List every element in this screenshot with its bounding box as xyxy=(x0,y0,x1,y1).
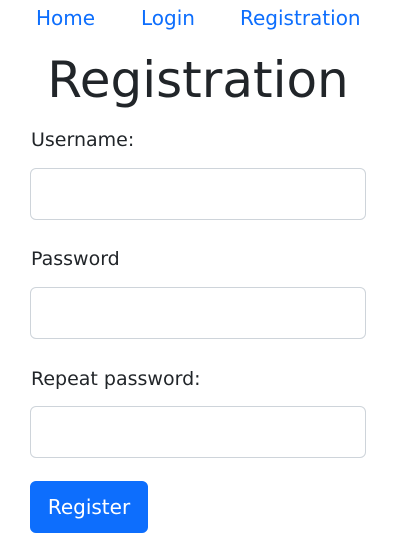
password-label: Password xyxy=(31,248,120,270)
nav-link-home[interactable]: Home xyxy=(36,5,95,31)
username-input[interactable] xyxy=(30,168,366,220)
repeat-password-label: Repeat password: xyxy=(31,368,201,390)
page-title: Registration xyxy=(47,51,349,109)
username-label: Username: xyxy=(31,129,135,151)
password-input[interactable] xyxy=(30,287,366,339)
nav-link-registration[interactable]: Registration xyxy=(240,5,361,31)
top-nav: Home Login Registration xyxy=(0,5,408,31)
nav-link-login[interactable]: Login xyxy=(141,5,195,31)
register-button[interactable]: Register xyxy=(30,481,148,533)
repeat-password-input[interactable] xyxy=(30,406,366,458)
